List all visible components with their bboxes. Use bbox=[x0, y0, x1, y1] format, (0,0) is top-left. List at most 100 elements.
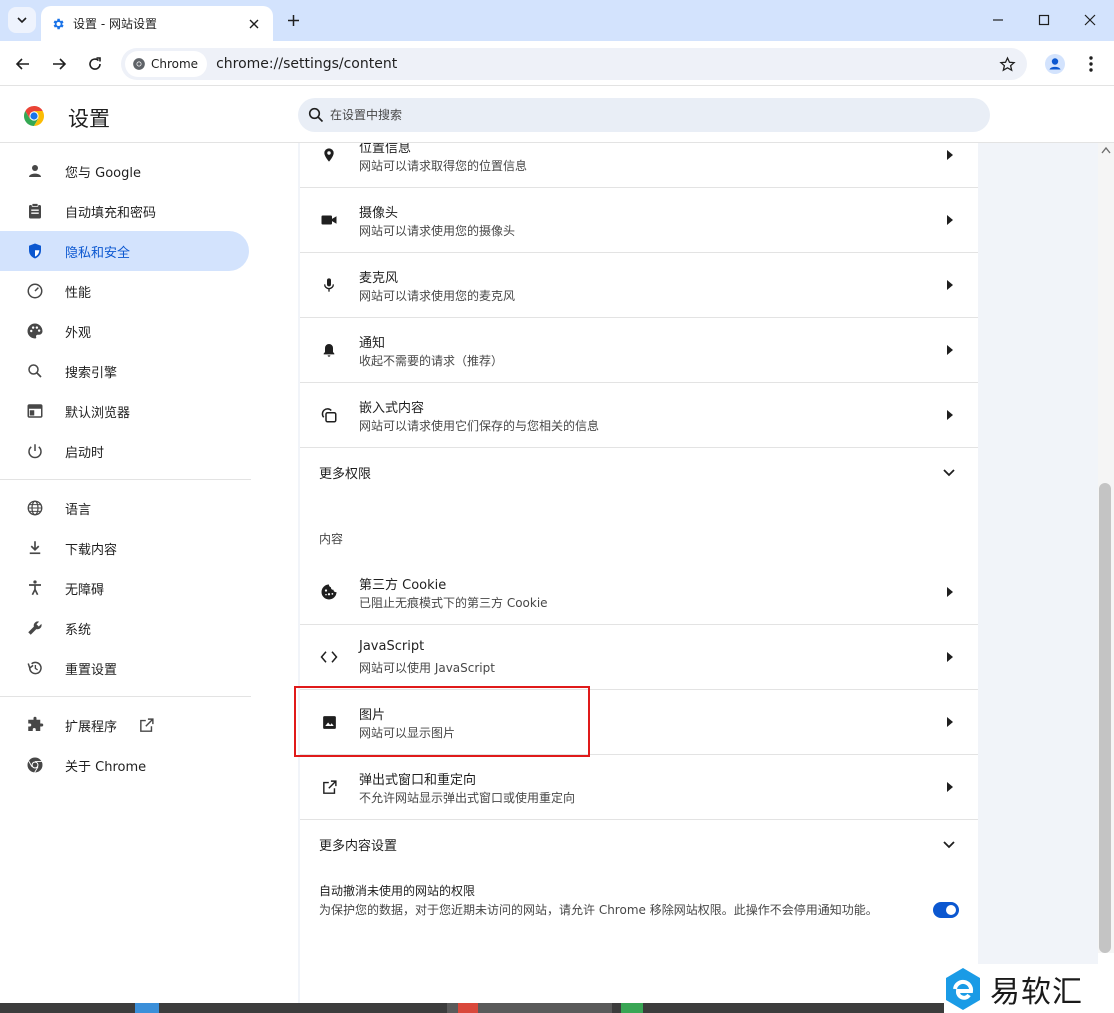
list-item-embedded-content[interactable]: 嵌入式内容 网站可以请求使用它们保存的与您相关的信息 bbox=[300, 383, 978, 448]
open-in-new-icon bbox=[140, 717, 154, 732]
row-title: 摄像头 bbox=[359, 206, 399, 221]
arrow-right-icon bbox=[944, 651, 956, 663]
settings-search-input[interactable] bbox=[330, 108, 930, 122]
maximize-icon bbox=[1038, 14, 1050, 26]
sidebar-item-label: 语言 bbox=[65, 502, 92, 518]
wrench-icon bbox=[24, 617, 46, 639]
minimize-button[interactable] bbox=[986, 8, 1010, 32]
list-item-notifications[interactable]: 通知 收起不需要的请求（推荐） bbox=[300, 318, 978, 383]
list-item-camera[interactable]: 摄像头 网站可以请求使用您的摄像头 bbox=[300, 188, 978, 253]
restore-icon bbox=[24, 657, 46, 679]
list-item-javascript[interactable]: JavaScript 网站可以使用 JavaScript bbox=[300, 625, 978, 690]
sidebar-item-performance[interactable]: 性能 bbox=[0, 271, 249, 311]
minimize-icon bbox=[993, 19, 1003, 21]
row-title: 位置信息 bbox=[359, 143, 412, 156]
auto-revoke-toggle[interactable] bbox=[933, 902, 959, 918]
bookmark-button[interactable] bbox=[995, 52, 1019, 76]
sidebar-item-autofill[interactable]: 自动填充和密码 bbox=[0, 191, 249, 231]
search-icon bbox=[308, 107, 324, 123]
globe-icon bbox=[24, 497, 46, 519]
sidebar-item-system[interactable]: 系统 bbox=[0, 608, 249, 648]
search-icon bbox=[24, 360, 46, 382]
address-bar[interactable]: Chrome chrome://settings/content bbox=[121, 48, 1027, 80]
plus-icon bbox=[287, 14, 299, 26]
sidebar-item-on-startup[interactable]: 启动时 bbox=[0, 431, 249, 471]
location-pin-icon bbox=[318, 144, 340, 166]
arrow-right-icon bbox=[944, 781, 956, 793]
code-icon bbox=[318, 646, 340, 668]
menu-button[interactable] bbox=[1078, 51, 1104, 77]
taskbar-app-icon[interactable] bbox=[135, 1003, 159, 1013]
arrow-right-icon bbox=[944, 716, 956, 728]
more-permissions-expander[interactable]: 更多权限 bbox=[300, 448, 978, 498]
list-item-third-party-cookies[interactable]: 第三方 Cookie 已阻止无痕模式下的第三方 Cookie bbox=[300, 560, 978, 625]
sidebar-item-about-chrome[interactable]: 关于 Chrome bbox=[0, 745, 249, 785]
arrow-right-icon bbox=[944, 279, 956, 291]
row-title: 嵌入式内容 bbox=[359, 401, 425, 416]
open-in-new-icon bbox=[318, 776, 340, 798]
section-label-content: 内容 bbox=[319, 532, 344, 546]
sidebar-item-label: 下载内容 bbox=[65, 542, 118, 558]
sidebar-item-you-and-google[interactable]: 您与 Google bbox=[0, 151, 249, 191]
sidebar-item-downloads[interactable]: 下载内容 bbox=[0, 528, 249, 568]
reload-icon bbox=[89, 57, 101, 70]
maximize-button[interactable] bbox=[1032, 8, 1056, 32]
sidebar-item-default-browser[interactable]: 默认浏览器 bbox=[0, 391, 249, 431]
tab-search-button[interactable] bbox=[8, 7, 36, 33]
close-window-button[interactable] bbox=[1078, 8, 1102, 32]
more-vert-icon bbox=[1089, 56, 1093, 72]
more-content-settings-expander[interactable]: 更多内容设置 bbox=[300, 820, 978, 870]
chrome-icon bbox=[133, 58, 145, 70]
puzzle-icon bbox=[24, 714, 46, 736]
profile-button[interactable] bbox=[1042, 51, 1068, 77]
setting-description: 为保护您的数据，对于您近期未访问的网站，请允许 Chrome 移除网站权限。此操… bbox=[319, 903, 878, 917]
microphone-icon bbox=[318, 274, 340, 296]
star-icon bbox=[998, 55, 1016, 72]
list-item-popups-redirects[interactable]: 弹出式窗口和重定向 不允许网站显示弹出式窗口或使用重定向 bbox=[300, 755, 978, 820]
row-title: 第三方 Cookie bbox=[359, 578, 447, 593]
sidebar-item-label: 无障碍 bbox=[65, 582, 105, 598]
expander-label: 更多内容设置 bbox=[319, 839, 398, 854]
forward-button[interactable] bbox=[46, 51, 72, 77]
speedometer-icon bbox=[24, 280, 46, 302]
sidebar-item-accessibility[interactable]: 无障碍 bbox=[0, 568, 249, 608]
back-button[interactable] bbox=[10, 51, 36, 77]
row-description: 网站可以请求使用您的摄像头 bbox=[359, 224, 516, 238]
tab-settings[interactable]: 设置 - 网站设置 bbox=[41, 6, 273, 41]
close-icon bbox=[249, 19, 259, 28]
sidebar-item-label: 隐私和安全 bbox=[65, 245, 131, 261]
row-description: 网站可以请求使用它们保存的与您相关的信息 bbox=[359, 419, 600, 433]
list-item-location[interactable]: 位置信息 网站可以请求取得您的位置信息 bbox=[300, 143, 978, 188]
row-description: 网站可以请求取得您的位置信息 bbox=[359, 159, 528, 173]
url-text[interactable]: chrome://settings/content bbox=[216, 56, 995, 72]
row-title: JavaScript bbox=[359, 639, 425, 654]
highlight-box bbox=[294, 686, 590, 757]
close-icon bbox=[1084, 14, 1096, 26]
settings-search[interactable] bbox=[298, 98, 990, 132]
taskbar-app-icon[interactable] bbox=[458, 1003, 478, 1013]
sidebar-item-search-engine[interactable]: 搜索引擎 bbox=[0, 351, 249, 391]
row-description: 网站可以请求使用您的麦克风 bbox=[359, 289, 516, 303]
row-description: 收起不需要的请求（推荐） bbox=[359, 354, 504, 368]
sidebar-item-label: 关于 Chrome bbox=[65, 759, 147, 775]
reload-button[interactable] bbox=[82, 51, 108, 77]
sidebar-item-extensions[interactable]: 扩展程序 bbox=[0, 705, 249, 745]
taskbar-app-icon[interactable] bbox=[621, 1003, 643, 1013]
sidebar-item-reset[interactable]: 重置设置 bbox=[0, 648, 249, 688]
sidebar-item-privacy[interactable]: 隐私和安全 bbox=[0, 231, 249, 271]
avatar-icon bbox=[1045, 54, 1065, 74]
scroll-up-arrow-icon[interactable] bbox=[1101, 146, 1111, 154]
browser-window-icon bbox=[24, 400, 46, 422]
close-tab-button[interactable] bbox=[245, 15, 263, 33]
sidebar-item-languages[interactable]: 语言 bbox=[0, 488, 249, 528]
site-settings-card: 位置信息 网站可以请求取得您的位置信息 摄像头 网站可以请求使用您的摄像头 麦克… bbox=[300, 143, 978, 1003]
arrow-right-icon bbox=[944, 409, 956, 421]
site-info-chip[interactable]: Chrome bbox=[125, 51, 208, 77]
cookie-icon bbox=[318, 581, 340, 603]
sidebar-item-appearance[interactable]: 外观 bbox=[0, 311, 249, 351]
scrollbar-thumb[interactable] bbox=[1099, 483, 1111, 953]
camera-icon bbox=[318, 209, 340, 231]
list-item-microphone[interactable]: 麦克风 网站可以请求使用您的麦克风 bbox=[300, 253, 978, 318]
shield-icon bbox=[24, 240, 46, 262]
new-tab-button[interactable] bbox=[282, 9, 304, 31]
